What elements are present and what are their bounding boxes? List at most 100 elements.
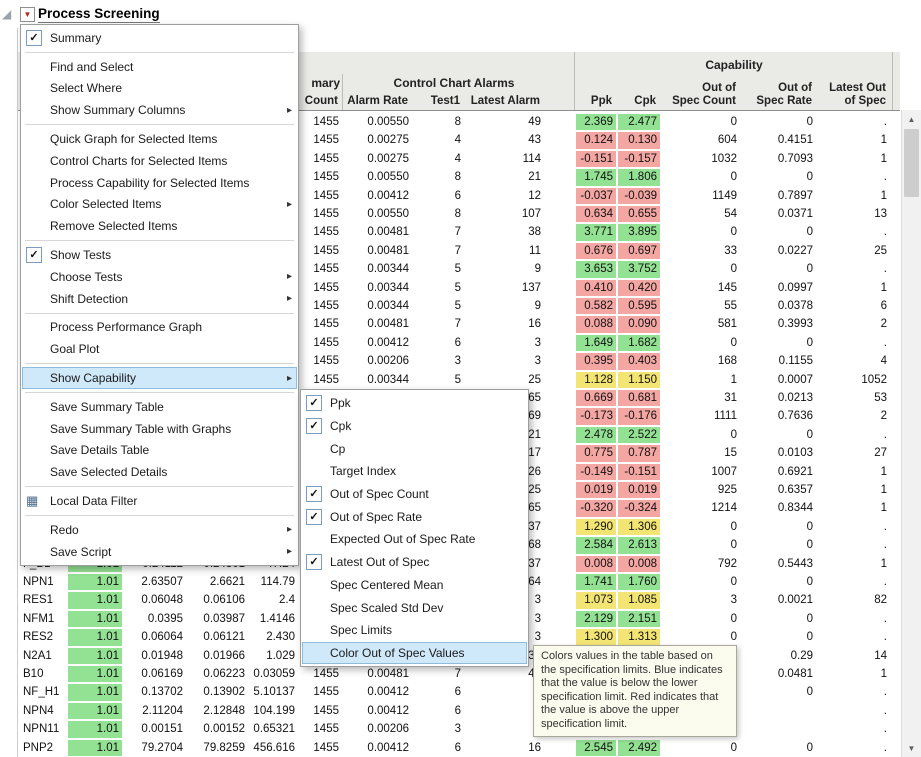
menu-item-control-charts-for-selected-items[interactable]: Control Charts for Selected Items bbox=[22, 150, 297, 172]
cell-latest-alarm: 3 bbox=[470, 352, 544, 370]
menu-item-label: Process Performance Graph bbox=[50, 320, 292, 334]
menu-item-select-where[interactable]: Select Where bbox=[22, 78, 297, 100]
cell-process: NPN4 bbox=[20, 702, 66, 720]
cell-cpk: 0.697 bbox=[618, 243, 660, 259]
table-row[interactable]: NF_H11.010.137020.139025.1013714550.0041… bbox=[0, 683, 900, 701]
grid-icon: ▦ bbox=[26, 494, 38, 508]
menu-item-save-details-table[interactable]: Save Details Table bbox=[22, 440, 297, 462]
menu-item-label: Save Details Table bbox=[50, 443, 292, 457]
cell-oos-count: 0 bbox=[662, 168, 740, 186]
cell-cpk: 0.019 bbox=[618, 482, 660, 498]
menu-item-expected-out-of-spec-rate[interactable]: Expected Out of Spec Rate bbox=[302, 528, 527, 551]
menu-item-label: Out of Spec Count bbox=[330, 487, 522, 501]
cell-test1: 6 bbox=[416, 683, 464, 701]
menu-item-color-selected-items[interactable]: Color Selected Items▸ bbox=[22, 194, 297, 216]
menu-item-spec-centered-mean[interactable]: Spec Centered Mean bbox=[302, 574, 527, 597]
menu-item-local-data-filter[interactable]: ▦Local Data Filter bbox=[22, 490, 297, 512]
menu-separator bbox=[25, 240, 294, 241]
cell-oos-count: 31 bbox=[662, 389, 740, 407]
disclosure-triangle-icon[interactable]: ◢ bbox=[2, 7, 11, 21]
menu-item-save-summary-table-with-graphs[interactable]: Save Summary Table with Graphs bbox=[22, 418, 297, 440]
cell-ppk: 1.745 bbox=[576, 169, 616, 185]
menu-item-shift-detection[interactable]: Shift Detection▸ bbox=[22, 288, 297, 310]
menu-item-remove-selected-items[interactable]: Remove Selected Items bbox=[22, 215, 297, 237]
cell-oos-rate: 0 bbox=[742, 536, 816, 554]
cell-oos-rate: 0 bbox=[742, 518, 816, 536]
cell-cpk: 1.806 bbox=[618, 169, 660, 185]
menu-item-show-capability[interactable]: Show Capability▸ bbox=[22, 367, 297, 389]
menu-item-choose-tests[interactable]: Choose Tests▸ bbox=[22, 266, 297, 288]
cell-oos-rate: 0.7093 bbox=[742, 150, 816, 168]
cell-ppk: 0.088 bbox=[576, 316, 616, 332]
cell-mean: 1.4146 bbox=[250, 610, 298, 628]
table-row[interactable]: NPN41.012.112042.12848104.19914550.00412… bbox=[0, 702, 900, 720]
cell-oos-rate: 0.0021 bbox=[742, 591, 816, 609]
menu-separator bbox=[25, 124, 294, 125]
page-title: Process Screening bbox=[38, 6, 160, 23]
table-row[interactable]: NPN111.010.001510.001520.6532114550.0020… bbox=[0, 720, 900, 738]
cell-latest-oos: 27 bbox=[818, 444, 890, 462]
scroll-down-icon[interactable]: ▼ bbox=[902, 739, 921, 757]
cell-oos-rate: 0 bbox=[742, 426, 816, 444]
menu-item-out-of-spec-rate[interactable]: ✓Out of Spec Rate bbox=[302, 505, 527, 528]
cell-oos-count: 1032 bbox=[662, 150, 740, 168]
menu-item-cpk[interactable]: ✓Cpk bbox=[302, 415, 527, 438]
cell-latest-oos: 25 bbox=[818, 242, 890, 260]
cell-ppk: 1.073 bbox=[576, 592, 616, 608]
menu-item-redo[interactable]: Redo▸ bbox=[22, 519, 297, 541]
cell-sigma-overall: 0.00152 bbox=[190, 720, 248, 738]
menu-item-label: Show Tests bbox=[50, 248, 292, 262]
cell-oos-count: 3 bbox=[662, 591, 740, 609]
menu-item-show-summary-columns[interactable]: Show Summary Columns▸ bbox=[22, 99, 297, 121]
cell-oos-rate: 0.7897 bbox=[742, 187, 816, 205]
menu-item-quick-graph-for-selected-items[interactable]: Quick Graph for Selected Items bbox=[22, 128, 297, 150]
group-header-summary: mary bbox=[311, 76, 340, 90]
table-row[interactable]: PNP21.0179.270479.8259456.61614550.00412… bbox=[0, 739, 900, 757]
column-header-test1: Test1 bbox=[416, 95, 460, 108]
menu-item-save-script[interactable]: Save Script▸ bbox=[22, 541, 297, 563]
vertical-scrollbar[interactable]: ▲ ▼ bbox=[901, 110, 921, 757]
cell-test1: 8 bbox=[416, 113, 464, 131]
menu-separator bbox=[25, 486, 294, 487]
cell-count: 1455 bbox=[302, 168, 342, 186]
menu-item-goal-plot[interactable]: Goal Plot bbox=[22, 338, 297, 360]
cell-mean: 104.199 bbox=[250, 702, 298, 720]
submenu-arrow-icon: ▸ bbox=[287, 293, 292, 304]
table-row[interactable]: B101.010.061690.062230.0305914550.004817… bbox=[0, 665, 900, 683]
menu-item-latest-out-of-spec[interactable]: ✓Latest Out of Spec bbox=[302, 551, 527, 574]
header-divider bbox=[574, 52, 575, 110]
cell-count: 1455 bbox=[302, 665, 342, 683]
cell-oos-count: 0 bbox=[662, 334, 740, 352]
menu-item-color-out-of-spec-values[interactable]: Color Out of Spec Values bbox=[302, 642, 527, 665]
menu-item-target-index[interactable]: Target Index bbox=[302, 460, 527, 483]
cell-count: 1455 bbox=[302, 131, 342, 149]
scroll-up-icon[interactable]: ▲ bbox=[902, 110, 921, 128]
cell-cpk: 3.752 bbox=[618, 261, 660, 277]
menu-item-spec-scaled-std-dev[interactable]: Spec Scaled Std Dev bbox=[302, 596, 527, 619]
menu-item-save-selected-details[interactable]: Save Selected Details bbox=[22, 461, 297, 483]
submenu-arrow-icon: ▸ bbox=[287, 524, 292, 535]
cell-sigma-within: 0.01948 bbox=[126, 647, 186, 665]
menu-item-summary[interactable]: ✓Summary bbox=[22, 27, 297, 49]
menu-item-out-of-spec-count[interactable]: ✓Out of Spec Count bbox=[302, 483, 527, 506]
menu-item-spec-limits[interactable]: Spec Limits bbox=[302, 619, 527, 642]
menu-item-cp[interactable]: Cp bbox=[302, 437, 527, 460]
menu-item-process-capability-for-selected-items[interactable]: Process Capability for Selected Items bbox=[22, 172, 297, 194]
menu-item-process-performance-graph[interactable]: Process Performance Graph bbox=[22, 317, 297, 339]
cell-test1: 6 bbox=[416, 739, 464, 757]
cell-count: 1455 bbox=[302, 352, 342, 370]
cell-stability-ratio: 1.01 bbox=[68, 740, 122, 756]
cell-ppk: 1.649 bbox=[576, 335, 616, 351]
cell-test1: 7 bbox=[416, 315, 464, 333]
scrollbar-thumb[interactable] bbox=[904, 129, 919, 197]
menu-item-ppk[interactable]: ✓Ppk bbox=[302, 392, 527, 415]
cell-test1: 4 bbox=[416, 131, 464, 149]
menu-item-save-summary-table[interactable]: Save Summary Table bbox=[22, 396, 297, 418]
show-capability-submenu: ✓Ppk✓CpkCpTarget Index✓Out of Spec Count… bbox=[300, 389, 529, 667]
cell-cpk: 1.313 bbox=[618, 629, 660, 645]
cell-cpk: 0.008 bbox=[618, 556, 660, 572]
menu-item-find-and-select[interactable]: Find and Select bbox=[22, 56, 297, 78]
red-triangle-menu-button[interactable]: ▼ bbox=[20, 7, 35, 22]
menu-item-show-tests[interactable]: ✓Show Tests bbox=[22, 244, 297, 266]
menu-item-label: Color Out of Spec Values bbox=[330, 646, 522, 660]
